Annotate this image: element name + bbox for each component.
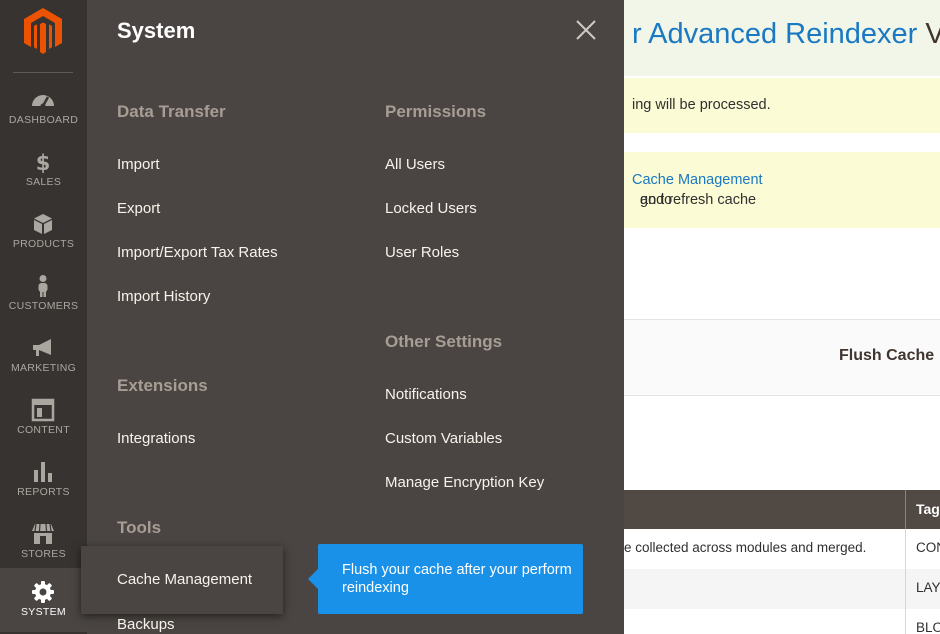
- dashboard-icon: [32, 95, 54, 109]
- menu-item-custom-variables[interactable]: Custom Variables: [385, 430, 502, 447]
- cell-tags: CON: [916, 540, 940, 555]
- content-icon: [31, 398, 55, 422]
- sidebar-item-label: REPORTS: [17, 486, 70, 498]
- flush-cache-button[interactable]: Flush Cache: [839, 347, 934, 365]
- sidebar-item-label: SYSTEM: [21, 606, 66, 618]
- cache-message: go to Cache Management and refresh cache: [624, 152, 940, 228]
- cell-divider: [905, 569, 906, 609]
- menu-title: System: [117, 18, 196, 43]
- person-icon: [38, 275, 48, 297]
- cache-message-suffix: and refresh cache: [640, 192, 757, 208]
- sidebar-item-label: DASHBOARD: [8, 114, 79, 126]
- table-row: e collected across modules and merged. C…: [624, 529, 940, 569]
- section-title-extensions: Extensions: [117, 376, 208, 395]
- menu-item-cache-management[interactable]: Cache Management: [81, 546, 283, 614]
- section-title-permissions: Permissions: [385, 102, 487, 121]
- logo-divider: [13, 72, 73, 73]
- tooltip: Flush your cache after your perform rein…: [318, 544, 583, 614]
- menu-item-import-export-tax-rates[interactable]: Import/Export Tax Rates: [117, 244, 278, 261]
- admin-sidebar: DASHBOARD $ SALES PRODUCTS CUSTOMERS MAR…: [0, 0, 87, 634]
- sidebar-item-dashboard[interactable]: DASHBOARD: [0, 88, 87, 150]
- menu-item-label: Cache Management: [117, 571, 253, 588]
- sidebar-item-marketing[interactable]: MARKETING: [0, 336, 87, 398]
- notice-message: ing will be processed.: [624, 78, 940, 133]
- megaphone-icon: [33, 339, 51, 356]
- menu-item-import-history[interactable]: Import History: [117, 288, 210, 305]
- section-title-other-settings: Other Settings: [385, 332, 503, 351]
- cell-description: e collected across modules and merged.: [624, 540, 867, 555]
- cache-management-link[interactable]: Cache Management: [632, 172, 763, 188]
- page-title-link: r Advanced Reindexer: [632, 18, 918, 50]
- cell-tags: BLO: [916, 620, 940, 634]
- table-header-divider: [905, 490, 906, 529]
- sidebar-item-reports[interactable]: REPORTS: [0, 460, 87, 522]
- menu-item-user-roles[interactable]: User Roles: [385, 244, 459, 261]
- magento-logo[interactable]: [23, 8, 63, 54]
- menu-item-manage-encryption-key[interactable]: Manage Encryption Key: [385, 474, 544, 491]
- sidebar-item-label: MARKETING: [10, 362, 77, 374]
- cube-icon: [34, 214, 52, 234]
- close-icon[interactable]: [575, 19, 597, 41]
- sidebar-item-label: PRODUCTS: [12, 238, 75, 250]
- page-title: r Advanced Reindexer Ver: [632, 18, 940, 51]
- sidebar-item-label: CUSTOMERS: [8, 300, 79, 312]
- menu-item-export[interactable]: Export: [117, 200, 160, 217]
- column-header-tags: Tags: [916, 501, 940, 517]
- table-header: [624, 490, 940, 529]
- menu-item-all-users[interactable]: All Users: [385, 156, 445, 173]
- tooltip-arrow: [308, 569, 318, 589]
- sidebar-item-label: STORES: [21, 548, 66, 560]
- tooltip-text: Flush your cache after your perform rein…: [342, 562, 572, 596]
- sidebar-item-label: CONTENT: [17, 424, 70, 436]
- dollar-icon: $: [36, 151, 51, 174]
- gear-icon: [32, 581, 54, 603]
- menu-item-backups[interactable]: Backups: [117, 616, 175, 633]
- table-row: LAYO: [624, 569, 940, 609]
- sidebar-item-customers[interactable]: CUSTOMERS: [0, 274, 87, 336]
- menu-item-integrations[interactable]: Integrations: [117, 430, 195, 447]
- sidebar-item-products[interactable]: PRODUCTS: [0, 212, 87, 274]
- menu-item-notifications[interactable]: Notifications: [385, 386, 467, 403]
- sidebar-item-label: SALES: [25, 176, 62, 188]
- menu-item-locked-users[interactable]: Locked Users: [385, 200, 477, 217]
- section-title-data-transfer: Data Transfer: [117, 102, 226, 121]
- cell-tags: LAYO: [916, 580, 940, 595]
- sidebar-item-sales[interactable]: $ SALES: [0, 150, 87, 212]
- sidebar-item-system[interactable]: SYSTEM: [0, 568, 87, 632]
- svg-text:$: $: [36, 151, 51, 174]
- cell-divider: [905, 529, 906, 569]
- sidebar-item-content[interactable]: CONTENT: [0, 398, 87, 460]
- store-icon: [32, 523, 54, 544]
- cache-message-text: go to Cache Management and refresh cache: [632, 172, 763, 208]
- notice-message-text: ing will be processed.: [632, 97, 771, 113]
- section-title-tools: Tools: [117, 518, 162, 537]
- table-row: BLO: [624, 609, 940, 634]
- bar-chart-icon: [34, 462, 52, 482]
- page-title-rest: Ver: [925, 18, 940, 50]
- system-menu-panel: [87, 0, 624, 634]
- cell-divider: [905, 609, 906, 634]
- menu-item-import[interactable]: Import: [117, 156, 160, 173]
